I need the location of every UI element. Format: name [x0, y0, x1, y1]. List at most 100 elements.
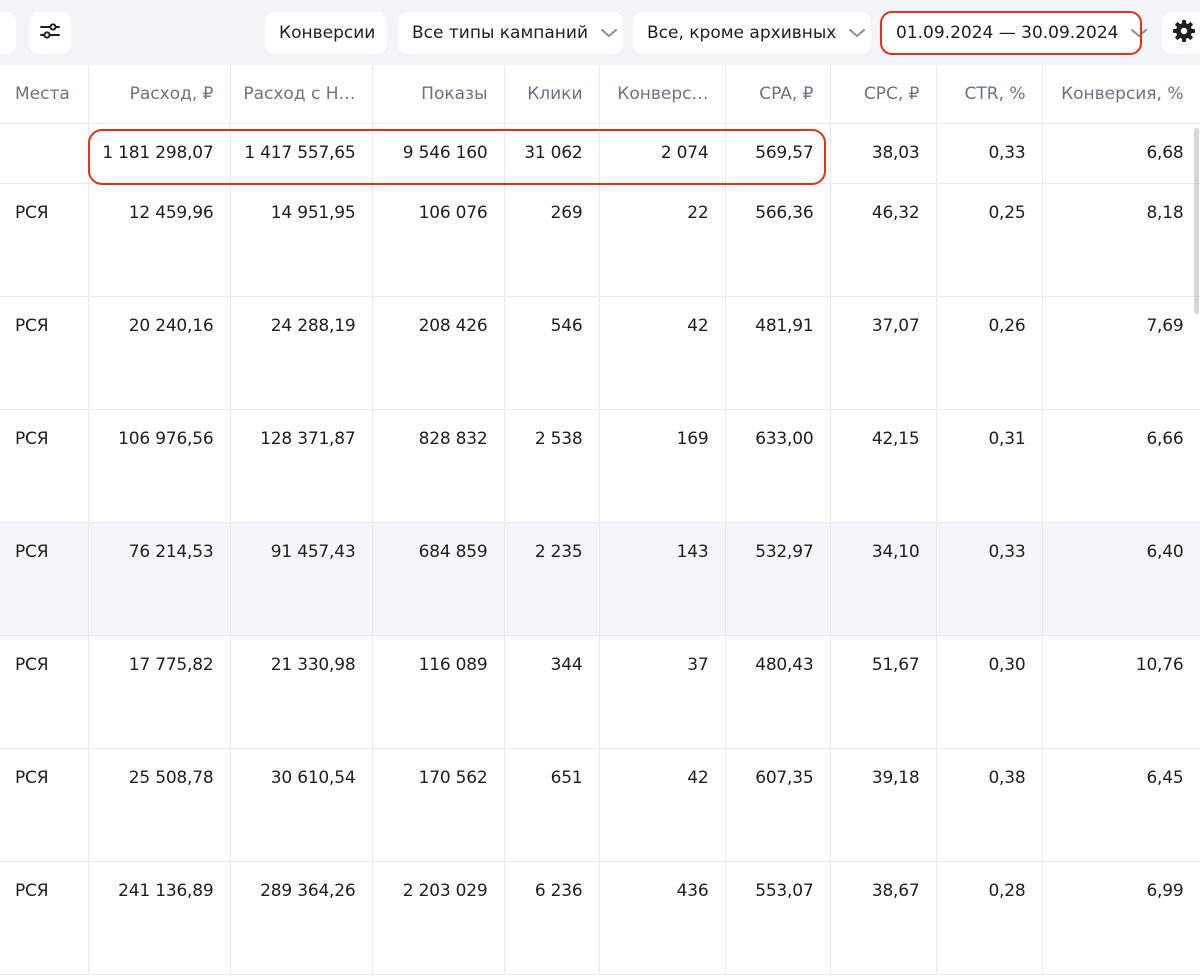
totals-cell: 9 546 160	[372, 123, 505, 184]
totals-cell: 1 181 298,07	[88, 123, 231, 184]
table-cell: 2 538	[504, 409, 600, 523]
table-cell: 17 775,82	[88, 635, 231, 749]
table-row[interactable]: РСЯ 76 214,53 91 457,43 684 859 2 235 14…	[0, 522, 1200, 636]
totals-cell: 1 417 557,65	[230, 123, 373, 184]
table-cell: 289 364,26	[230, 861, 373, 975]
table-cell: 116 089	[372, 635, 505, 749]
table-cell: РСЯ	[0, 183, 89, 297]
table-cell: 553,07	[725, 861, 831, 975]
table-cell: 42	[599, 296, 726, 410]
totals-cell: 0,33	[936, 123, 1043, 184]
table-cell: 10,76	[1042, 635, 1200, 749]
table-cell: 39,18	[830, 748, 937, 862]
table-cell: РСЯ	[0, 296, 89, 410]
table-cell: 651	[504, 748, 600, 862]
archive-filter-select[interactable]: Все, кроме архивных	[633, 12, 871, 54]
table-cell: РСЯ	[0, 861, 89, 975]
chevron-down-icon	[1130, 27, 1148, 39]
chevron-down-icon	[848, 27, 866, 39]
date-range-select[interactable]: 01.09.2024 — 30.09.2024	[882, 12, 1148, 54]
table-cell: 30 610,54	[230, 748, 373, 862]
stats-table: Места Расход, ₽ Расход с Н… Показы Клики…	[0, 65, 1200, 975]
table-cell: 46,32	[830, 183, 937, 297]
totals-row: 1 181 298,07 1 417 557,65 9 546 160 31 0…	[0, 123, 1200, 184]
table-cell: 143	[599, 522, 726, 636]
table-cell: 76 214,53	[88, 522, 231, 636]
table-cell: 0,25	[936, 183, 1043, 297]
column-header-clicks[interactable]: Клики	[504, 65, 600, 124]
table-cell: 6 236	[504, 861, 600, 975]
table-cell: 0,33	[936, 522, 1043, 636]
conversions-button[interactable]: Конверсии	[265, 12, 387, 54]
table-cell: 208 426	[372, 296, 505, 410]
table-cell: РСЯ	[0, 522, 89, 636]
table-row[interactable]: РСЯ 17 775,82 21 330,98 116 089 344 37 4…	[0, 635, 1200, 749]
table-cell: 269	[504, 183, 600, 297]
table-cell: 684 859	[372, 522, 505, 636]
table-cell: 241 136,89	[88, 861, 231, 975]
table-cell: 828 832	[372, 409, 505, 523]
column-header-conversion-rate[interactable]: Конверсия, %	[1042, 65, 1200, 124]
table-cell: 51,67	[830, 635, 937, 749]
table-cell: 106 976,56	[88, 409, 231, 523]
column-header-places[interactable]: Места	[0, 65, 89, 124]
table-cell: 37,07	[830, 296, 937, 410]
totals-cell: 31 062	[504, 123, 600, 184]
table-cell: 14 951,95	[230, 183, 373, 297]
table-cell: 6,45	[1042, 748, 1200, 862]
table-row[interactable]: РСЯ 241 136,89 289 364,26 2 203 029 6 23…	[0, 861, 1200, 975]
totals-cell: 6,68	[1042, 123, 1200, 184]
table-cell: 2 235	[504, 522, 600, 636]
table-cell: 546	[504, 296, 600, 410]
table-row[interactable]: РСЯ 106 976,56 128 371,87 828 832 2 538 …	[0, 409, 1200, 523]
column-header-cpc[interactable]: CPC, ₽	[830, 65, 937, 124]
table-cell: 6,40	[1042, 522, 1200, 636]
table-cell: 128 371,87	[230, 409, 373, 523]
table-cell: 91 457,43	[230, 522, 373, 636]
toolbar-left-button[interactable]	[0, 12, 16, 54]
table-cell: 436	[599, 861, 726, 975]
table-row[interactable]: РСЯ 12 459,96 14 951,95 106 076 269 22 5…	[0, 183, 1200, 297]
table-cell: 2 203 029	[372, 861, 505, 975]
table-cell: 25 508,78	[88, 748, 231, 862]
totals-cell: 38,03	[830, 123, 937, 184]
gear-icon	[1172, 19, 1196, 48]
table-cell: 607,35	[725, 748, 831, 862]
table-cell: 0,30	[936, 635, 1043, 749]
table-cell: 532,97	[725, 522, 831, 636]
table-cell: 566,36	[725, 183, 831, 297]
column-header-impressions[interactable]: Показы	[372, 65, 505, 124]
table-cell: 169	[599, 409, 726, 523]
table-cell: 0,31	[936, 409, 1043, 523]
table-cell: 481,91	[725, 296, 831, 410]
campaign-types-select[interactable]: Все типы кампаний	[398, 12, 623, 54]
table-cell: РСЯ	[0, 635, 89, 749]
table-cell: 0,26	[936, 296, 1043, 410]
toolbar: Конверсии Все типы кампаний Все, кроме а…	[0, 0, 1200, 65]
table-cell: 7,69	[1042, 296, 1200, 410]
chevron-down-icon	[600, 27, 618, 39]
table-cell: 22	[599, 183, 726, 297]
vertical-scrollbar[interactable]	[1194, 128, 1199, 314]
campaign-types-label: Все типы кампаний	[412, 23, 589, 43]
table-row[interactable]: РСЯ 25 508,78 30 610,54 170 562 651 42 6…	[0, 748, 1200, 862]
table-cell: 6,99	[1042, 861, 1200, 975]
column-header-conversions[interactable]: Конверс…	[599, 65, 726, 124]
table-cell: 0,38	[936, 748, 1043, 862]
column-header-spend-vat[interactable]: Расход с Н…	[230, 65, 373, 124]
settings-button[interactable]	[1162, 12, 1200, 54]
table-cell: 21 330,98	[230, 635, 373, 749]
table-cell: 12 459,96	[88, 183, 231, 297]
column-header-spend[interactable]: Расход, ₽	[88, 65, 231, 124]
table-cell: РСЯ	[0, 409, 89, 523]
sliders-icon	[38, 19, 62, 48]
column-header-ctr[interactable]: CTR, %	[936, 65, 1043, 124]
table-cell: 0,28	[936, 861, 1043, 975]
filter-settings-button[interactable]	[29, 12, 71, 54]
date-range-label: 01.09.2024 — 30.09.2024	[896, 23, 1119, 43]
table-row[interactable]: РСЯ 20 240,16 24 288,19 208 426 546 42 4…	[0, 296, 1200, 410]
table-cell: 106 076	[372, 183, 505, 297]
table-cell: 42	[599, 748, 726, 862]
table-cell: 24 288,19	[230, 296, 373, 410]
column-header-cpa[interactable]: CPA, ₽	[725, 65, 831, 124]
